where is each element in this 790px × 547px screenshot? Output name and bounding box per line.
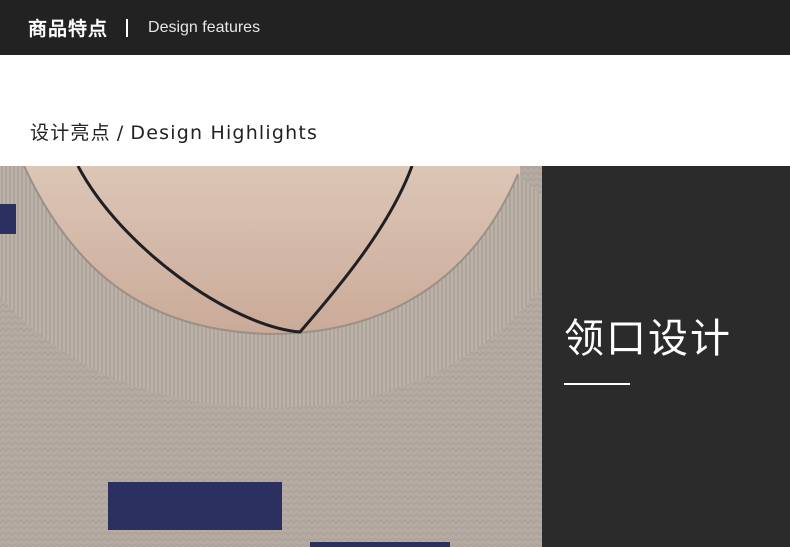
sweater-collar-image xyxy=(0,166,542,547)
section-title-en: Design Highlights xyxy=(130,122,319,144)
stripe-center xyxy=(108,482,282,530)
section-title-separator: / xyxy=(116,122,125,144)
header-title-en: Design features xyxy=(148,18,261,36)
section-title-cn: 设计亮点 xyxy=(30,122,111,144)
section-title: 设计亮点 / Design Highlights xyxy=(30,118,318,145)
feature-panel: 领口设计 xyxy=(542,166,790,547)
stripe-left xyxy=(0,204,16,234)
header-bar: 商品特点 Design features xyxy=(0,0,790,55)
feature-title: 领口设计 xyxy=(564,316,732,362)
product-photo xyxy=(0,166,542,547)
feature-underline xyxy=(564,383,630,385)
header-title-cn: 商品特点 xyxy=(28,18,109,40)
header-separator xyxy=(126,18,129,37)
